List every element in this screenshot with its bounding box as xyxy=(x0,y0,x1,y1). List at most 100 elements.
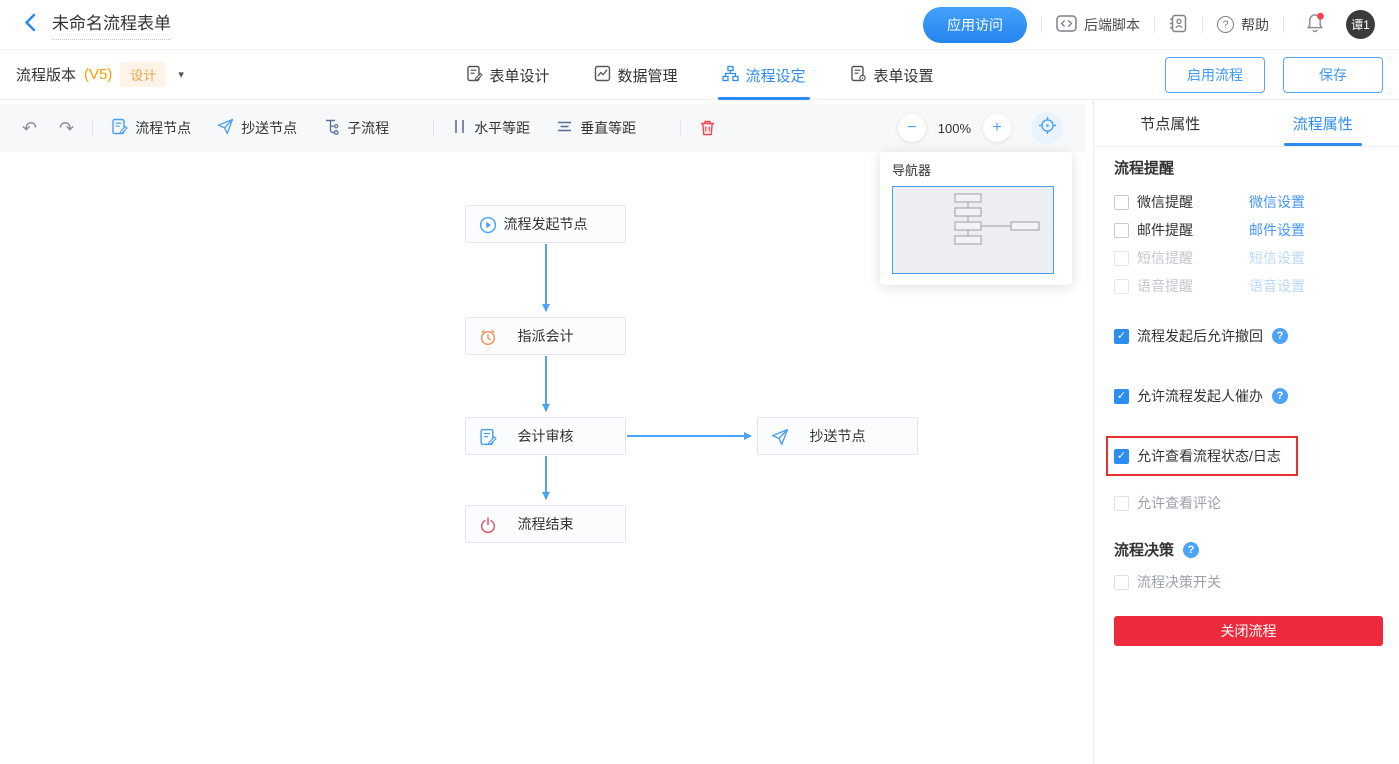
add-subflow-button[interactable]: 子流程 xyxy=(323,118,389,138)
tab-form-settings[interactable]: 表单设置 xyxy=(850,50,934,100)
option-view-status-log: 允许查看流程状态/日志 xyxy=(1114,446,1383,466)
close-flow-button[interactable]: 关闭流程 xyxy=(1114,616,1383,646)
help-button[interactable]: ? 帮助 xyxy=(1217,15,1269,35)
redo-button[interactable]: ↷ xyxy=(59,118,74,139)
section-flow-reminder: 流程提醒 xyxy=(1114,157,1383,178)
divider xyxy=(92,119,93,137)
help-icon[interactable]: ? xyxy=(1183,542,1199,558)
save-button[interactable]: 保存 xyxy=(1283,57,1383,93)
node-flow-end[interactable]: 流程结束 xyxy=(465,505,626,543)
vertical-spacing-icon xyxy=(556,119,573,137)
address-book-button[interactable] xyxy=(1169,14,1188,36)
divider xyxy=(1041,17,1042,33)
node-accountant-review[interactable]: 会计审核 xyxy=(465,417,626,455)
allow-withdraw-checkbox[interactable] xyxy=(1114,329,1129,344)
horizontal-spacing-button[interactable]: 水平等距 xyxy=(452,118,530,138)
option-view-comments: 允许查看评论 xyxy=(1114,493,1383,513)
chevron-down-icon[interactable]: ▾ xyxy=(178,68,184,81)
vertical-spacing-button[interactable]: 垂直等距 xyxy=(556,118,636,138)
notification-bell-icon[interactable] xyxy=(1304,11,1326,39)
divider xyxy=(680,119,681,137)
panel-tabs: 节点属性 流程属性 xyxy=(1094,100,1399,147)
node-flow-start[interactable]: 流程发起节点 xyxy=(465,205,626,243)
design-badge[interactable]: 设计 xyxy=(120,62,166,87)
reminder-row-wechat: 微信提醒 微信设置 xyxy=(1114,188,1383,216)
node-label: 会计审核 xyxy=(518,426,574,446)
alarm-icon xyxy=(479,328,497,346)
reminder-row-sms: 短信提醒 短信设置 xyxy=(1114,244,1383,272)
horizontal-spacing-icon xyxy=(452,118,467,138)
version-label: 流程版本 xyxy=(16,64,76,85)
tab-node-properties[interactable]: 节点属性 xyxy=(1094,100,1247,146)
help-icon[interactable]: ? xyxy=(1272,388,1288,404)
page-title: 未命名流程表单 xyxy=(52,9,171,40)
divider xyxy=(1154,17,1155,33)
add-flow-node-button[interactable]: 流程节点 xyxy=(111,118,191,138)
tab-flow-properties[interactable]: 流程属性 xyxy=(1247,100,1399,146)
target-icon xyxy=(1038,116,1057,140)
code-icon xyxy=(1056,15,1077,35)
voice-reminder-checkbox xyxy=(1114,279,1129,294)
app-access-button[interactable]: 应用访问 xyxy=(923,7,1027,43)
tab-flow-setting[interactable]: 流程设定 xyxy=(722,50,806,100)
node-label: 流程发起节点 xyxy=(504,214,588,234)
doc-edit-icon xyxy=(479,428,497,446)
flow-org-icon xyxy=(722,65,739,86)
node-label: 指派会计 xyxy=(518,326,574,346)
reminder-row-voice: 语音提醒 语音设置 xyxy=(1114,272,1383,300)
wechat-settings-link[interactable]: 微信设置 xyxy=(1249,192,1305,212)
wechat-reminder-checkbox[interactable] xyxy=(1114,195,1129,210)
help-icon[interactable]: ? xyxy=(1272,328,1288,344)
data-chart-icon xyxy=(593,65,610,86)
sms-settings-link: 短信设置 xyxy=(1249,248,1305,268)
tab-form-design[interactable]: 表单设计 xyxy=(465,50,549,100)
voice-settings-link: 语音设置 xyxy=(1249,276,1305,296)
undo-button[interactable]: ↶ xyxy=(22,118,37,139)
allow-urge-checkbox[interactable] xyxy=(1114,389,1129,404)
subflow-branch-icon xyxy=(323,118,340,138)
node-cc[interactable]: 抄送节点 xyxy=(757,417,918,455)
back-button[interactable] xyxy=(24,13,36,37)
zoom-out-button[interactable]: − xyxy=(898,114,926,142)
view-status-log-checkbox[interactable] xyxy=(1114,449,1129,464)
navigator-panel: 导航器 xyxy=(880,152,1072,285)
user-avatar[interactable]: 谭1 xyxy=(1346,10,1375,39)
question-mark-icon: ? xyxy=(1217,16,1234,33)
delete-trash-icon[interactable] xyxy=(699,119,716,137)
paper-plane-icon xyxy=(771,428,789,446)
zoom-in-button[interactable]: + xyxy=(983,114,1011,142)
tab-data-management[interactable]: 数据管理 xyxy=(593,50,677,100)
email-settings-link[interactable]: 邮件设置 xyxy=(1249,220,1305,240)
divider xyxy=(1202,17,1203,33)
option-allow-withdraw: 流程发起后允许撤回 ? xyxy=(1114,326,1383,346)
backend-script-button[interactable]: 后端脚本 xyxy=(1056,15,1140,35)
option-decision-switch: 流程决策开关 xyxy=(1114,572,1383,592)
top-header: 未命名流程表单 应用访问 后端脚本 ? 帮助 谭1 xyxy=(0,0,1399,50)
divider xyxy=(1283,17,1284,33)
enable-flow-button[interactable]: 启用流程 xyxy=(1165,57,1265,93)
power-icon xyxy=(479,516,497,534)
node-assign-accountant[interactable]: 指派会计 xyxy=(465,317,626,355)
form-gear-icon xyxy=(850,65,867,86)
main-tabs: 表单设计 数据管理 流程设定 表单设置 xyxy=(465,50,933,100)
reminder-row-email: 邮件提醒 邮件设置 xyxy=(1114,216,1383,244)
option-allow-urge: 允许流程发起人催办 ? xyxy=(1114,386,1383,406)
decision-switch-checkbox[interactable] xyxy=(1114,575,1129,590)
play-icon xyxy=(479,216,497,234)
flow-canvas[interactable]: ↶ ↷ 流程节点 抄送节点 子流程 水平等距 xyxy=(0,100,1093,764)
properties-panel: 节点属性 流程属性 流程提醒 微信提醒 微信设置 邮件提醒 邮件设置 短信提醒 … xyxy=(1093,100,1399,764)
view-comments-checkbox[interactable] xyxy=(1114,496,1129,511)
navigator-title: 导航器 xyxy=(892,160,1072,179)
email-reminder-checkbox[interactable] xyxy=(1114,223,1129,238)
section-flow-decision: 流程决策 ? xyxy=(1114,539,1383,560)
sms-reminder-checkbox xyxy=(1114,251,1129,266)
node-label: 流程结束 xyxy=(518,514,574,534)
address-book-icon xyxy=(1169,14,1188,36)
navigator-minimap[interactable] xyxy=(892,186,1054,274)
add-cc-node-button[interactable]: 抄送节点 xyxy=(217,118,297,138)
node-label: 抄送节点 xyxy=(810,426,866,446)
version-number: (V5) xyxy=(84,66,112,83)
paper-plane-icon xyxy=(217,118,234,138)
canvas-toolbar: ↶ ↷ 流程节点 抄送节点 子流程 水平等距 xyxy=(0,104,1085,152)
fit-view-button[interactable] xyxy=(1031,112,1063,144)
